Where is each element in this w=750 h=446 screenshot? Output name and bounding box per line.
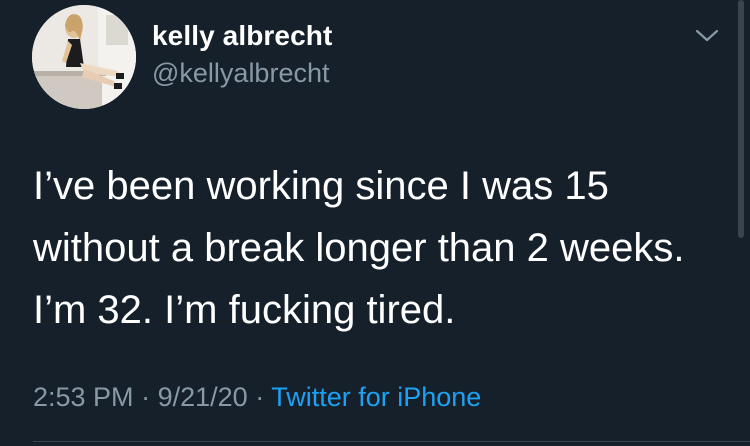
user-handle[interactable]: @kellyalbrecht: [152, 58, 329, 89]
tweet-source-link[interactable]: Twitter for iPhone: [271, 382, 481, 412]
tweet-text: I’ve been working since I was 15 without…: [33, 155, 723, 341]
divider: [33, 441, 750, 442]
meta-separator: ·: [255, 382, 265, 412]
display-name[interactable]: kelly albrecht: [152, 20, 332, 52]
chevron-down-icon[interactable]: [693, 26, 721, 46]
meta-separator: ·: [141, 382, 151, 412]
tweet: kelly albrecht @kellyalbrecht I’ve been …: [0, 0, 750, 446]
avatar-photo: [32, 5, 136, 109]
tweet-text-line: without a break longer than 2 weeks.: [33, 226, 685, 270]
tweet-text-line: I’ve been working since I was 15: [33, 164, 609, 208]
tweet-date[interactable]: 9/21/20: [158, 382, 248, 412]
avatar[interactable]: [32, 5, 136, 109]
tweet-metadata: 2:53 PM · 9/21/20 · Twitter for iPhone: [33, 382, 481, 413]
tweet-time[interactable]: 2:53 PM: [33, 382, 134, 412]
tweet-text-line: I’m 32. I’m fucking tired.: [33, 288, 456, 332]
scrollbar[interactable]: [738, 0, 744, 238]
